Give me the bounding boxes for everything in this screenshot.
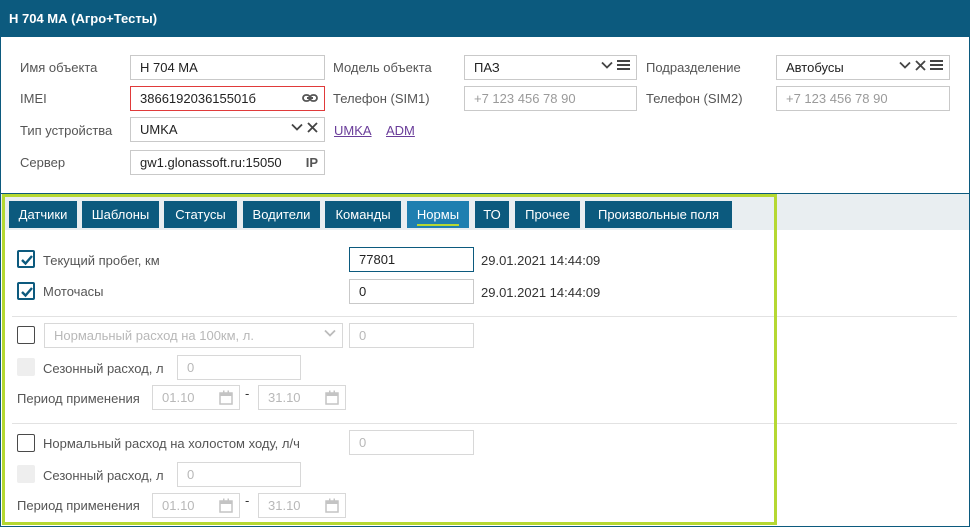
menu-icon[interactable] — [617, 59, 630, 71]
imei-label: IMEI — [20, 91, 47, 106]
period-dash: - — [245, 493, 250, 508]
mileage-checkbox[interactable] — [17, 250, 35, 268]
period-to-value: 31.10 — [268, 498, 301, 513]
tab-custom-fields[interactable]: Произвольные поля — [585, 201, 732, 228]
adm-link[interactable]: ADM — [386, 123, 415, 138]
calendar-icon[interactable] — [325, 498, 339, 513]
division-value: Автобусы — [786, 60, 844, 75]
seasonal-label: Сезонный расход, л — [43, 468, 164, 483]
motohours-checkbox[interactable] — [17, 282, 35, 300]
divider — [12, 316, 957, 317]
period-to-input[interactable]: 31.10 — [258, 493, 346, 518]
chevron-down-icon[interactable] — [601, 59, 613, 71]
calendar-icon[interactable] — [219, 390, 233, 405]
period-from-value: 01.10 — [162, 498, 195, 513]
seasonal-input[interactable]: 0 — [177, 355, 301, 380]
device-type-select[interactable]: UMKA — [130, 117, 325, 142]
server-value: gw1.glonassoft.ru:15050 — [140, 155, 282, 170]
mileage-timestamp: 29.01.2021 14:44:09 — [481, 253, 601, 268]
sim1-placeholder: +7 123 456 78 90 — [474, 91, 576, 106]
period-to-input[interactable]: 31.10 — [258, 385, 346, 410]
model-value: ПАЗ — [474, 60, 500, 75]
tab-statuses[interactable]: Статусы — [164, 201, 237, 228]
seasonal-input[interactable]: 0 — [177, 462, 301, 487]
consumption-select[interactable]: Нормальный расход на 100км, л. — [44, 323, 343, 348]
device-type-label: Тип устройства — [20, 123, 113, 138]
calendar-icon[interactable] — [219, 498, 233, 513]
idle-value: 0 — [359, 435, 367, 450]
tab-commands[interactable]: Команды — [325, 201, 401, 228]
motohours-timestamp: 29.01.2021 14:44:09 — [481, 285, 601, 300]
ip-badge: IP — [302, 155, 318, 170]
sim2-label: Телефон (SIM2) — [646, 91, 743, 106]
mileage-label: Текущий пробег, км — [43, 253, 160, 268]
sim2-input[interactable]: +7 123 456 78 90 — [776, 86, 950, 111]
chevron-down-icon[interactable] — [324, 327, 336, 339]
seasonal-label: Сезонный расход, л — [43, 361, 164, 376]
imei-value: 386619203615501б — [140, 91, 256, 106]
sim1-label: Телефон (SIM1) — [333, 91, 430, 106]
chevron-down-icon[interactable] — [291, 121, 303, 133]
check-icon — [21, 287, 33, 298]
mileage-input[interactable]: 77801 — [349, 247, 474, 272]
motohours-label: Моточасы — [43, 284, 104, 299]
server-label: Сервер — [20, 155, 66, 170]
motohours-value: 0 — [359, 284, 367, 299]
idle-input[interactable]: 0 — [349, 430, 474, 455]
period-from-input[interactable]: 01.10 — [152, 385, 240, 410]
tab-drivers[interactable]: Водители — [243, 201, 320, 228]
motohours-input[interactable]: 0 — [349, 279, 474, 304]
clear-icon[interactable] — [915, 59, 926, 71]
name-label: Имя объекта — [20, 60, 98, 75]
sim1-input[interactable]: +7 123 456 78 90 — [464, 86, 637, 111]
device-type-value: UMKA — [140, 122, 178, 137]
name-value: Н 704 МА — [140, 60, 198, 75]
seasonal-value: 0 — [187, 467, 195, 482]
tab-sensors[interactable]: Датчики — [9, 201, 77, 228]
tab-other[interactable]: Прочее — [515, 201, 580, 228]
consumption-input[interactable]: 0 — [349, 323, 474, 348]
period-to-value: 31.10 — [268, 390, 301, 405]
menu-icon[interactable] — [930, 59, 943, 71]
divider — [12, 423, 957, 424]
period-dash: - — [245, 386, 250, 401]
consumption-value: 0 — [359, 328, 367, 343]
clear-icon[interactable] — [307, 121, 318, 133]
division-label: Подразделение — [646, 60, 741, 75]
link-icon[interactable] — [302, 92, 318, 104]
period-from-value: 01.10 — [162, 390, 195, 405]
consumption-placeholder: Нормальный расход на 100км, л. — [54, 328, 254, 343]
seasonal-value: 0 — [187, 360, 195, 375]
period-from-input[interactable]: 01.10 — [152, 493, 240, 518]
division-select[interactable]: Автобусы — [776, 55, 950, 80]
calendar-icon[interactable] — [325, 390, 339, 405]
period-label: Период применения — [17, 498, 140, 513]
tab-norms[interactable]: Нормы — [407, 201, 469, 228]
period-label: Период применения — [17, 391, 140, 406]
server-input[interactable]: gw1.glonassoft.ru:15050 IP — [130, 150, 325, 175]
check-icon — [21, 255, 33, 266]
seasonal-checkbox[interactable] — [17, 358, 35, 376]
tab-templates[interactable]: Шаблоны — [82, 201, 159, 228]
name-input[interactable]: Н 704 МА — [130, 55, 325, 80]
consumption-checkbox[interactable] — [17, 326, 35, 344]
model-label: Модель объекта — [333, 60, 432, 75]
chevron-down-icon[interactable] — [899, 59, 911, 71]
model-select[interactable]: ПАЗ — [464, 55, 637, 80]
idle-label: Нормальный расход на холостом ходу, л/ч — [43, 436, 300, 451]
window-title: Н 704 МА (Агро+Тесты) — [0, 0, 970, 37]
idle-checkbox[interactable] — [17, 434, 35, 452]
sim2-placeholder: +7 123 456 78 90 — [786, 91, 888, 106]
tab-maintenance[interactable]: ТО — [475, 201, 509, 228]
umka-link[interactable]: UMKA — [334, 123, 372, 138]
mileage-value: 77801 — [359, 252, 396, 267]
imei-input[interactable]: 386619203615501б — [130, 86, 325, 111]
seasonal-checkbox[interactable] — [17, 465, 35, 483]
